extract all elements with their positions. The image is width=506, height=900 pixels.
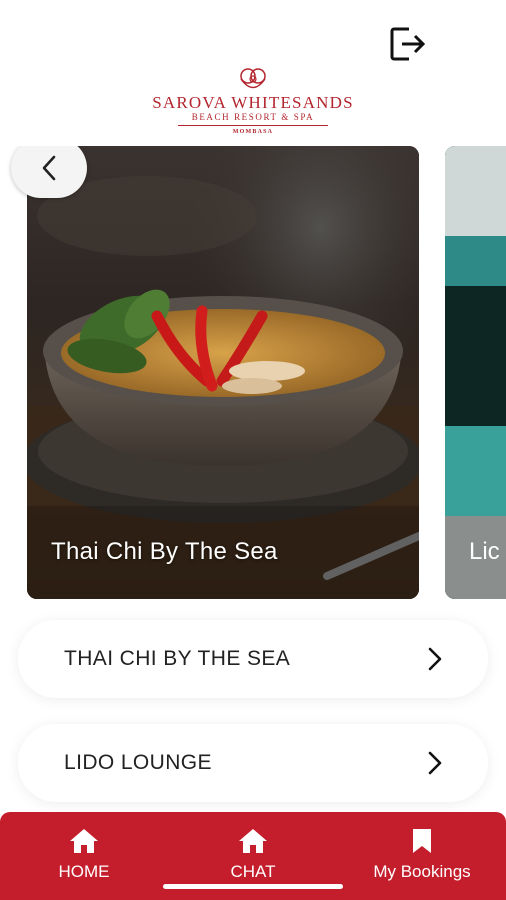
nav-home[interactable]: HOME: [54, 828, 114, 882]
logout-button[interactable]: [386, 24, 430, 64]
venue-carousel[interactable]: Thai Chi By The Sea Lic: [0, 146, 506, 599]
home-icon: [239, 829, 267, 853]
venue-label: LIDO LOUNGE: [64, 751, 212, 774]
logo-divider: [178, 125, 328, 126]
venue-list-item[interactable]: THAI CHI BY THE SEA: [18, 620, 488, 698]
food-photo: [27, 146, 419, 599]
venue-list-item[interactable]: LIDO LOUNGE: [18, 724, 488, 802]
home-icon: [70, 829, 98, 853]
chevron-right-icon: [424, 751, 446, 775]
bookmark-icon: [413, 829, 431, 853]
nav-home-label: HOME: [58, 862, 110, 881]
nav-chat[interactable]: CHAT: [223, 828, 283, 882]
lounge-photo: [445, 146, 506, 599]
logo-name: SAROVA WHITESANDS: [152, 93, 354, 112]
resort-logo: SAROVA WHITESANDS BEACH RESORT & SPA MOM…: [0, 66, 506, 136]
back-button[interactable]: [11, 146, 87, 198]
logo-subtitle: BEACH RESORT & SPA: [191, 112, 315, 122]
logo-emblem: [240, 68, 266, 89]
venue-card-next-title: Lic: [469, 538, 500, 565]
home-indicator: [163, 884, 343, 889]
venue-card[interactable]: Thai Chi By The Sea: [27, 146, 419, 599]
venue-card-title: Thai Chi By The Sea: [51, 538, 278, 565]
nav-my-bookings-label: My Bookings: [373, 862, 471, 881]
nav-my-bookings[interactable]: My Bookings: [363, 828, 481, 882]
chevron-left-icon: [42, 155, 56, 181]
logout-icon: [390, 27, 426, 61]
venue-label: THAI CHI BY THE SEA: [64, 647, 291, 670]
chevron-right-icon: [424, 647, 446, 671]
logo-city: MOMBASA: [232, 129, 274, 135]
nav-chat-label: CHAT: [230, 862, 276, 881]
venue-card-next[interactable]: Lic: [445, 146, 506, 599]
